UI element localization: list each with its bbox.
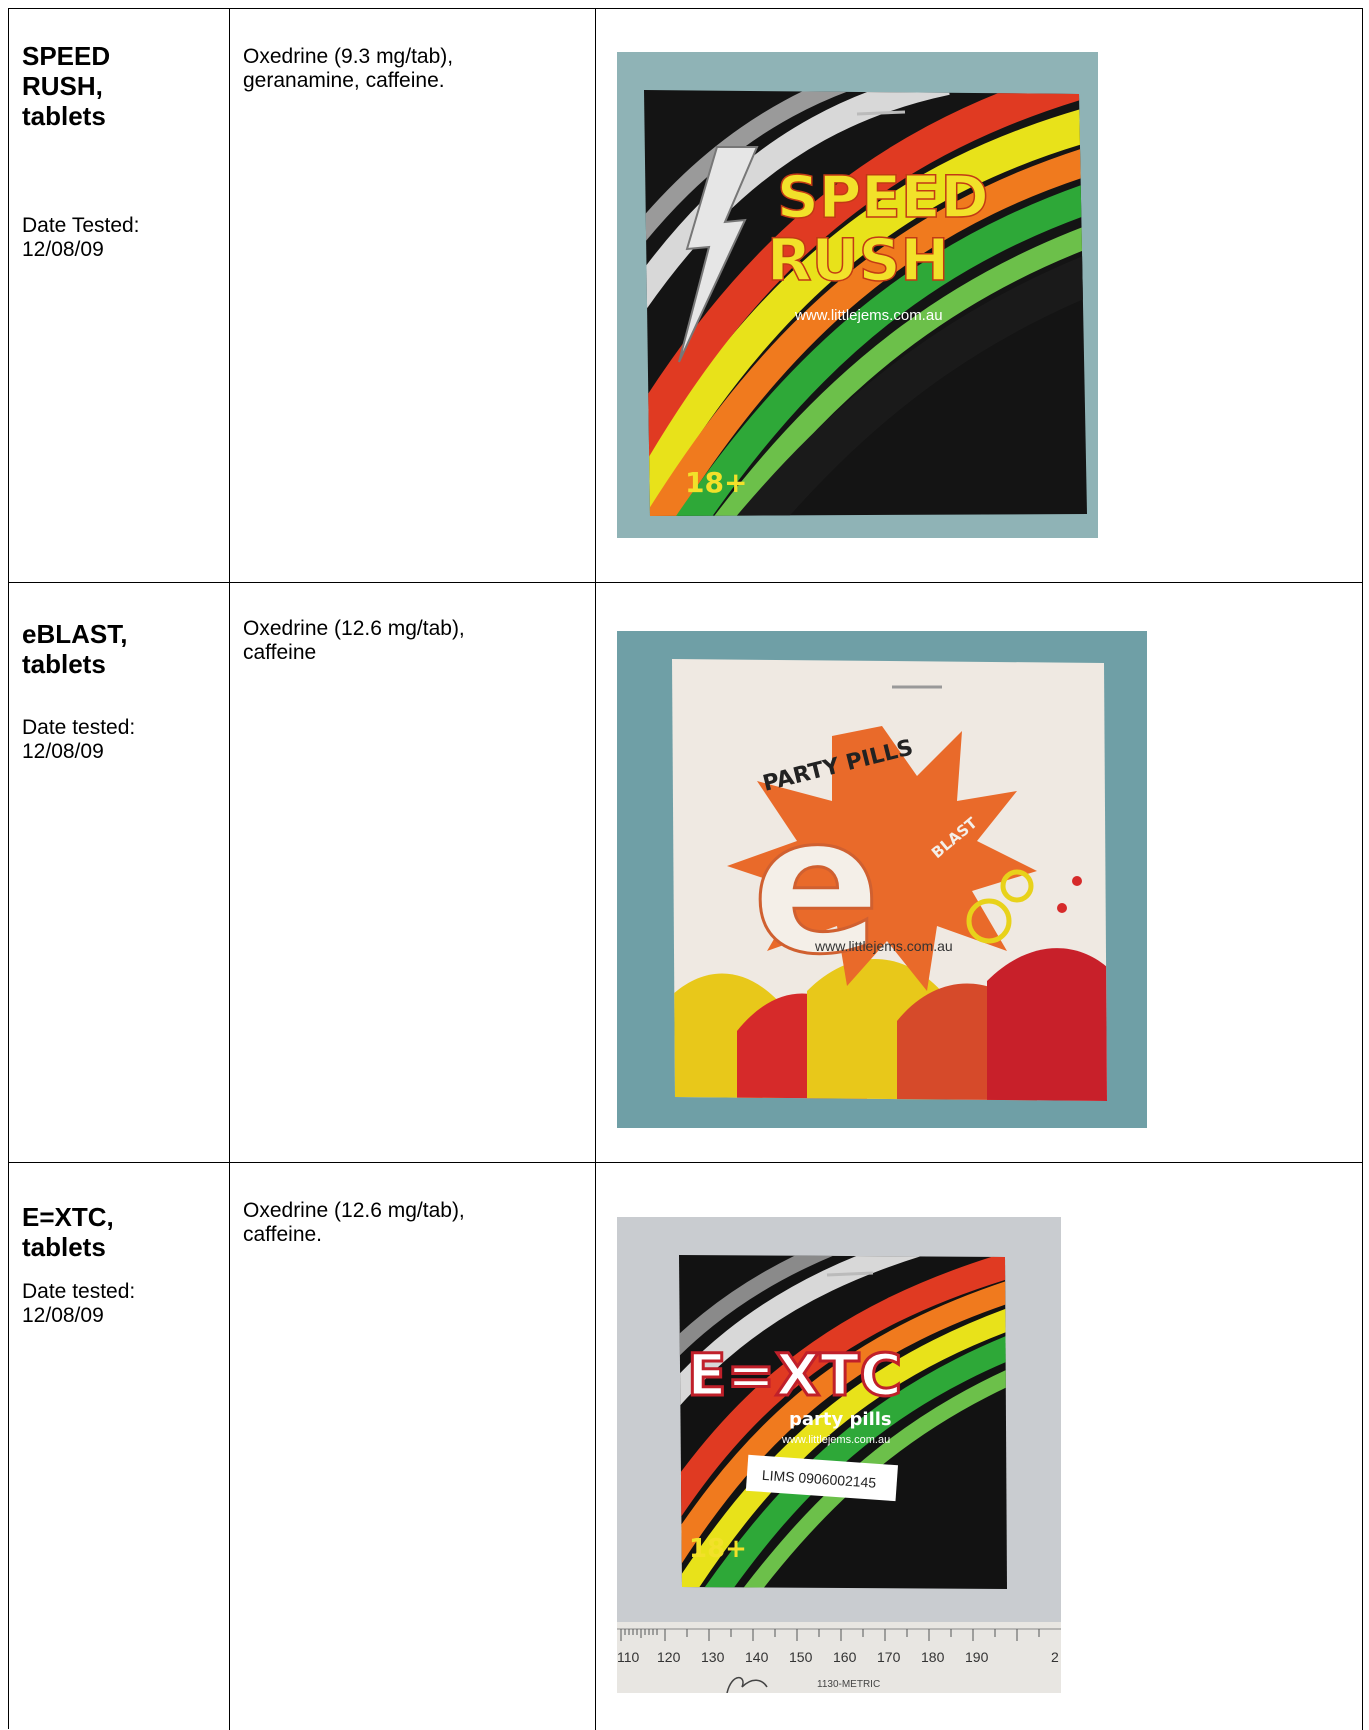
ruler-tick-label: 2 [1051,1649,1059,1665]
ruler-tick-label: 150 [789,1649,813,1665]
product-name: eBLAST, tablets [22,619,128,679]
age-badge: 18+ [685,466,747,499]
composition-text: Oxedrine (9.3 mg/tab), geranamine, caffe… [243,45,454,92]
date-tested: Date tested: 12/08/09 [22,716,136,763]
ruler-tick-label: 160 [833,1649,857,1665]
product-name: SPEED RUSH, tablets [22,41,111,131]
product-name-cell: E=XTC, tablets Date tested: 12/08/09 [9,1163,230,1730]
package-brand: E=XTC [687,1341,902,1409]
ruler-tick-label: 130 [701,1649,725,1665]
composition-cell: Oxedrine (12.6 mg/tab), caffeine [230,583,596,1162]
photo-cell: PARTY PILLS e BLAST www.littlejems.com.a… [596,583,1363,1162]
extc-package-image: E=XTC party pills www.littlejems.com.au … [617,1217,1061,1693]
product-photo: E=XTC party pills www.littlejems.com.au … [617,1217,1061,1693]
ruler-tick-label: 120 [657,1649,681,1665]
product-photo: SPEED RUSH www.littlejems.com.au 18+ [617,52,1098,538]
table-row: eBLAST, tablets Date tested: 12/08/09 Ox… [9,583,1363,1163]
composition-cell: Oxedrine (9.3 mg/tab), geranamine, caffe… [230,9,596,582]
product-name-cell: eBLAST, tablets Date tested: 12/08/09 [9,583,230,1162]
ruler-tick-label: 140 [745,1649,769,1665]
date-tested: Date Tested: 12/08/09 [22,214,140,261]
logo-letter: e [752,775,881,996]
ruler: 110 120 130 140 150 160 170 180 190 2 11… [617,1622,1061,1693]
ruler-tick-label: 110 [617,1649,640,1665]
eblast-package-image: PARTY PILLS e BLAST www.littlejems.com.a… [617,631,1147,1128]
composition-text: Oxedrine (12.6 mg/tab), caffeine [243,617,465,664]
package-url: www.littlejems.com.au [814,938,953,954]
package-url: www.littlejems.com.au [794,307,943,324]
brand-line-1: SPEED [777,163,989,231]
product-table: SPEED RUSH, tablets Date Tested: 12/08/0… [8,8,1363,1730]
ruler-tick-label: 170 [877,1649,901,1665]
composition-cell: Oxedrine (12.6 mg/tab), caffeine. [230,1163,596,1730]
ruler-tick-label: 190 [965,1649,989,1665]
photo-cell: E=XTC party pills www.littlejems.com.au … [596,1163,1363,1730]
age-badge: 18+ [689,1534,747,1564]
product-name-cell: SPEED RUSH, tablets Date Tested: 12/08/0… [9,9,230,582]
product-photo: PARTY PILLS e BLAST www.littlejems.com.a… [617,631,1147,1128]
photo-cell: SPEED RUSH www.littlejems.com.au 18+ [596,9,1363,582]
table-row: E=XTC, tablets Date tested: 12/08/09 Oxe… [9,1163,1363,1730]
package-tagline: party pills [789,1409,892,1430]
package-url: www.littlejems.com.au [781,1434,890,1446]
ruler-tick-label: 180 [921,1649,945,1665]
product-name: E=XTC, tablets [22,1202,114,1262]
brand-line-2: RUSH [767,226,949,294]
date-tested: Date tested: 12/08/09 [22,1280,136,1327]
ruler-brand: 1130-METRIC [817,1679,880,1690]
speed-rush-package-image: SPEED RUSH www.littlejems.com.au 18+ [617,52,1098,538]
composition-text: Oxedrine (12.6 mg/tab), caffeine. [243,1199,465,1246]
table-row: SPEED RUSH, tablets Date Tested: 12/08/0… [9,9,1363,583]
